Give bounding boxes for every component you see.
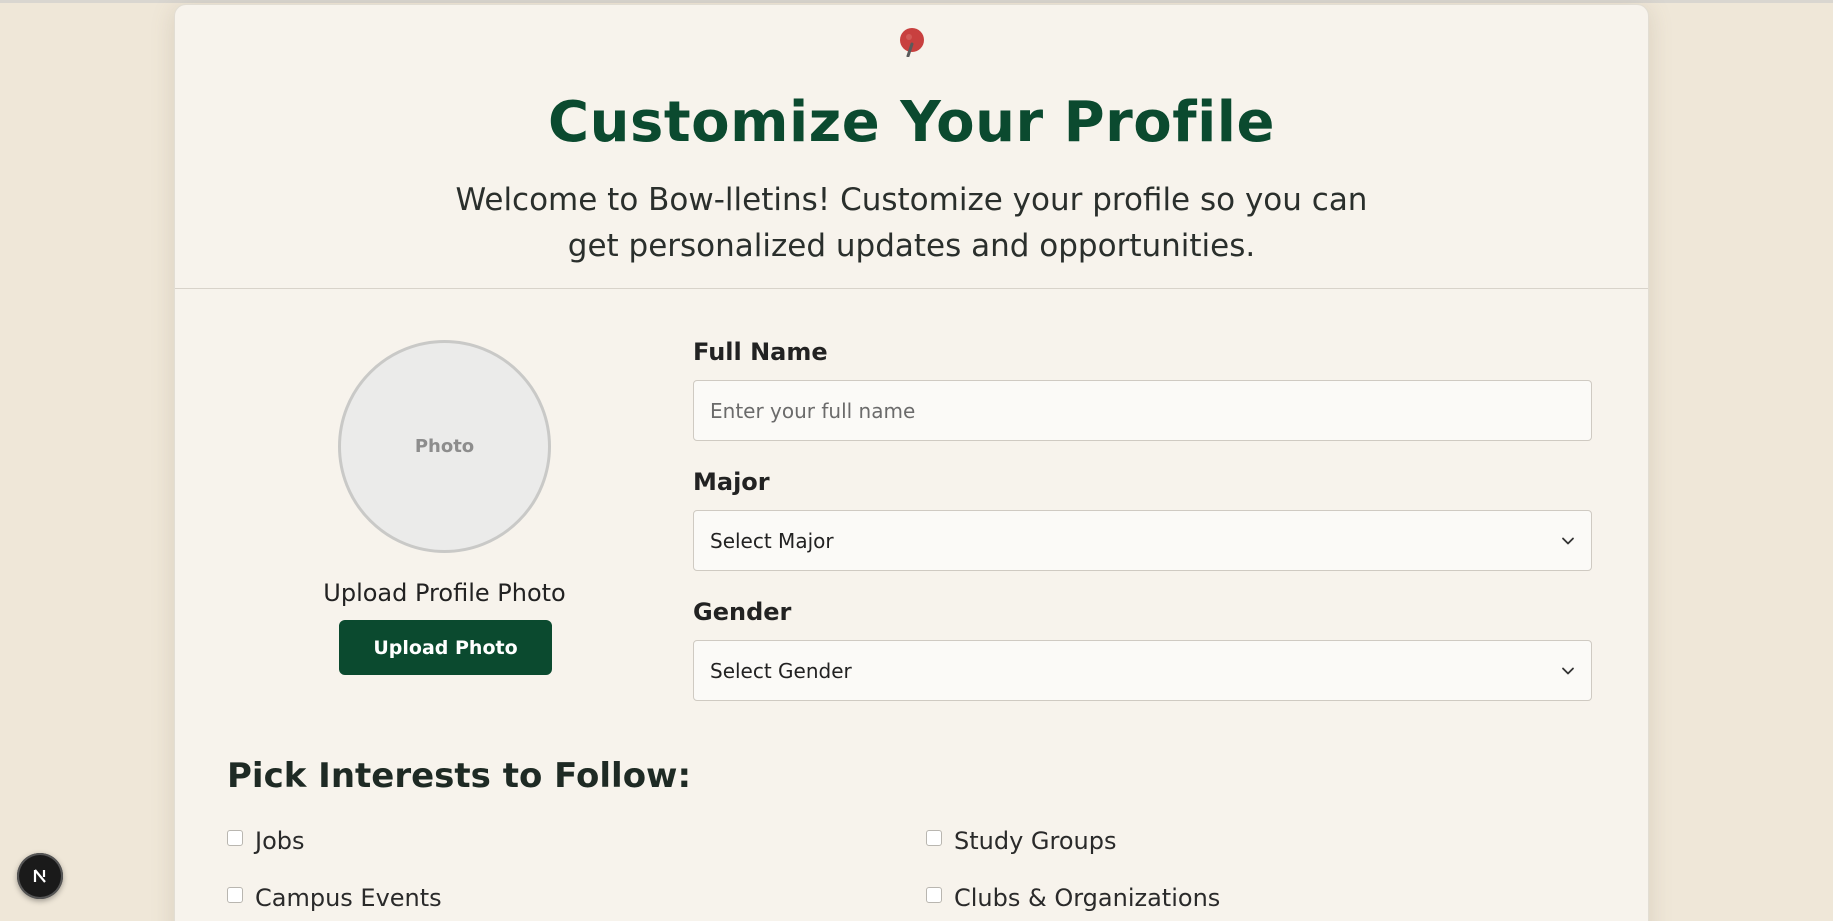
interest-label: Campus Events <box>255 884 442 912</box>
chevron-down-icon <box>1562 537 1574 544</box>
pushpin-icon <box>900 28 924 57</box>
interest-checkbox[interactable] <box>227 887 243 903</box>
gender-select[interactable]: Select Gender <box>693 640 1592 701</box>
interest-label: Study Groups <box>954 827 1117 855</box>
interest-label: Clubs & Organizations <box>954 884 1221 912</box>
upload-photo-label: Upload Profile Photo <box>323 579 566 607</box>
card-header: Customize Your Profile Welcome to Bow-ll… <box>175 5 1648 289</box>
page: Customize Your Profile Welcome to Bow-ll… <box>0 0 1833 921</box>
interest-checkbox[interactable] <box>227 830 243 846</box>
profile-card: Customize Your Profile Welcome to Bow-ll… <box>174 4 1649 921</box>
browser-top-border <box>0 0 1833 3</box>
major-select-value: Select Major <box>710 528 834 553</box>
full-name-label: Full Name <box>693 338 828 366</box>
gender-select-value: Select Gender <box>710 658 852 683</box>
interest-checkbox[interactable] <box>926 887 942 903</box>
photo-placeholder-text: Photo <box>414 436 475 457</box>
interest-study-groups[interactable]: Study Groups <box>926 827 1117 855</box>
nextjs-dev-badge[interactable] <box>17 853 63 899</box>
interest-checkbox[interactable] <box>926 830 942 846</box>
interests-heading: Pick Interests to Follow: <box>227 756 692 796</box>
interest-campus-events[interactable]: Campus Events <box>227 884 442 912</box>
nextjs-logo-icon <box>33 869 46 883</box>
gender-label: Gender <box>693 598 792 626</box>
interest-label: Jobs <box>255 827 305 855</box>
page-title: Customize Your Profile <box>548 90 1275 155</box>
full-name-input[interactable] <box>693 380 1592 441</box>
major-label: Major <box>693 468 770 496</box>
page-subtitle: Welcome to Bow-lletins! Customize your p… <box>455 182 1368 264</box>
chevron-down-icon <box>1562 667 1574 674</box>
interest-jobs[interactable]: Jobs <box>227 827 305 855</box>
major-select[interactable]: Select Major <box>693 510 1592 571</box>
interest-clubs-organizations[interactable]: Clubs & Organizations <box>926 884 1220 912</box>
profile-photo-placeholder: Photo <box>338 340 551 553</box>
upload-photo-button[interactable]: Upload Photo <box>339 620 552 675</box>
